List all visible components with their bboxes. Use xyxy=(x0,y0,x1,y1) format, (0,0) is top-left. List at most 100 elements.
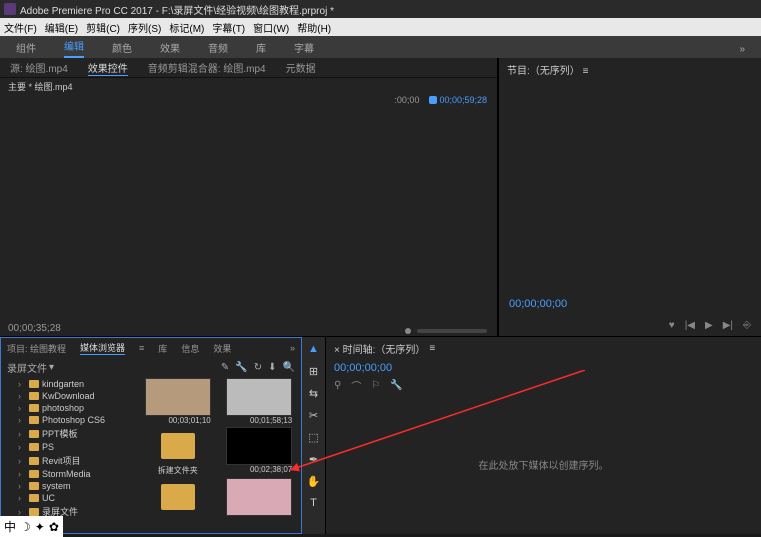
folder-thumb xyxy=(145,427,211,465)
chevron-right-icon: › xyxy=(18,507,26,517)
clip-label: 主要 * 绘图.mp4 xyxy=(0,78,497,95)
tree-item[interactable]: ›PS xyxy=(1,441,136,453)
project-panel: 项目: 绘图教程 媒体浏览器 ≡ 库 信息 效果 » 录屏文件 ▾ ✎ 🔧 ↻ … xyxy=(0,337,302,534)
link-btn[interactable]: ⌒ xyxy=(351,378,361,393)
hand-tool[interactable]: ✋ xyxy=(306,473,322,489)
project-tab-menu[interactable]: ≡ xyxy=(139,343,144,353)
tab-media-browser[interactable]: 媒体浏览器 xyxy=(80,341,125,355)
title-text: Adobe Premiere Pro CC 2017 - F:\录屏文件\经验视… xyxy=(20,2,334,17)
ruler-start: :00;00 xyxy=(394,95,419,105)
search-icon[interactable]: 🔍 xyxy=(283,362,295,373)
ws-tab-library[interactable]: 库 xyxy=(256,37,266,58)
timeline-body[interactable]: 在此处放下媒体以创建序列。 xyxy=(326,395,761,534)
thumb-item[interactable]: 经验视频 xyxy=(138,478,218,517)
tree-item[interactable]: ›StormMedia xyxy=(1,468,136,480)
tab-metadata[interactable]: 元数据 xyxy=(286,60,316,75)
tree-label: Revit项目 xyxy=(42,454,81,467)
refresh-icon[interactable]: ↻ xyxy=(254,362,262,373)
ws-tab-audio[interactable]: 音频 xyxy=(208,37,228,58)
play-btn[interactable]: ▶ xyxy=(705,320,713,331)
menu-help[interactable]: 帮助(H) xyxy=(297,20,331,35)
tab-audio-mixer[interactable]: 音频剪辑混合器: 绘图.mp4 xyxy=(148,60,266,75)
pen-tool[interactable]: ✒ xyxy=(306,451,322,467)
media-dropdown[interactable]: 录屏文件 ▾ xyxy=(7,360,54,375)
ruler-playhead[interactable]: 00;00;59;28 xyxy=(429,95,487,105)
video-thumb xyxy=(145,378,211,416)
thumb-item[interactable]: 00;01;32;14 xyxy=(220,478,300,517)
tree-label: PS xyxy=(42,442,54,452)
wrench-icon[interactable]: 🔧 xyxy=(235,362,247,373)
tree-item[interactable]: ›photoshop xyxy=(1,402,136,414)
tree-label: photoshop xyxy=(42,403,84,413)
program-menu-icon[interactable]: ≡ xyxy=(583,66,589,77)
tree-item[interactable]: ›PPT模板 xyxy=(1,426,136,441)
thumb-item[interactable]: 00;01;58;13 xyxy=(220,378,300,425)
folder-icon xyxy=(29,470,39,478)
tree-item[interactable]: ›system xyxy=(1,480,136,492)
tree-item[interactable]: ›kindgarten xyxy=(1,378,136,390)
timeline-menu[interactable]: ≡ xyxy=(429,343,435,354)
razor-tool[interactable]: ✂ xyxy=(306,407,322,423)
thumb-item[interactable]: 00;02;38;07 xyxy=(220,427,300,476)
tab-project[interactable]: 项目: 绘图教程 xyxy=(7,342,66,355)
marker-btn2[interactable]: ⚐ xyxy=(371,380,380,391)
export-frame-btn[interactable]: ⎆ xyxy=(743,320,751,331)
folder-thumb xyxy=(145,478,211,516)
tab-info[interactable]: 信息 xyxy=(181,342,199,355)
menu-caption[interactable]: 字幕(T) xyxy=(212,20,245,35)
tab-library[interactable]: 库 xyxy=(158,342,167,355)
program-time: 00;00;00;00 xyxy=(499,294,761,314)
tab-effect-controls[interactable]: 效果控件 xyxy=(88,60,128,76)
snap-btn[interactable]: ⚲ xyxy=(334,380,341,391)
ime-gear-icon[interactable]: ✿ xyxy=(49,520,59,534)
ws-tab-effects[interactable]: 效果 xyxy=(160,37,180,58)
type-tool[interactable]: T xyxy=(306,495,322,511)
ws-overflow[interactable]: » xyxy=(739,41,745,58)
step-back-btn[interactable]: |◀ xyxy=(685,320,695,331)
effect-controls-body: :00;00 00;00;59;28 00;00;35;28 xyxy=(0,95,497,336)
tab-source[interactable]: 源: 绘图.mp4 xyxy=(10,60,68,75)
source-scrollbar[interactable] xyxy=(417,329,487,333)
menu-marker[interactable]: 标记(M) xyxy=(169,20,204,35)
ime-lang[interactable]: 中 xyxy=(4,518,16,535)
ripple-tool[interactable]: ⇆ xyxy=(306,385,322,401)
ws-tab-captions[interactable]: 字幕 xyxy=(294,37,314,58)
source-panel: 源: 绘图.mp4 效果控件 音频剪辑混合器: 绘图.mp4 元数据 主要 * … xyxy=(0,58,498,336)
chevron-right-icon: › xyxy=(18,379,26,389)
track-select-tool[interactable]: ⊞ xyxy=(306,363,322,379)
ws-tab-editing[interactable]: 编辑 xyxy=(64,35,84,58)
selection-tool[interactable]: ▲ xyxy=(306,341,322,357)
folder-tree[interactable]: ›kindgarten›KwDownload›photoshop›Photosh… xyxy=(1,376,136,517)
folder-icon xyxy=(161,484,195,510)
ime-widget[interactable]: 中 ☽ ✦ ✿ xyxy=(0,516,63,537)
chevron-right-icon: › xyxy=(18,493,26,503)
ingest-icon[interactable]: ⬇ xyxy=(268,362,276,373)
marker-btn[interactable]: ♥ xyxy=(669,320,675,331)
menu-clip[interactable]: 剪辑(C) xyxy=(86,20,120,35)
slip-tool[interactable]: ⬚ xyxy=(306,429,322,445)
thumb-item[interactable]: 00;03;01;10 xyxy=(138,378,218,425)
menu-window[interactable]: 窗口(W) xyxy=(253,20,289,35)
menu-edit[interactable]: 编辑(E) xyxy=(45,20,78,35)
tree-item[interactable]: › Revit项目 xyxy=(1,453,136,468)
step-fwd-btn[interactable]: ▶| xyxy=(723,320,733,331)
settings-btn[interactable]: 🔧 xyxy=(390,380,402,391)
ws-tab-assembly[interactable]: 组件 xyxy=(16,37,36,58)
ws-tab-color[interactable]: 颜色 xyxy=(112,37,132,58)
tree-item[interactable]: ›UC xyxy=(1,492,136,504)
source-scroll-dot[interactable] xyxy=(405,328,411,334)
project-overflow[interactable]: » xyxy=(290,343,295,353)
source-ruler[interactable]: :00;00 00;00;59;28 xyxy=(394,95,487,105)
chevron-right-icon: › xyxy=(18,456,26,466)
tree-item[interactable]: ›KwDownload xyxy=(1,390,136,402)
thumb-item[interactable]: 拆建文件夹 xyxy=(138,427,218,476)
tree-item[interactable]: ›Photoshop CS6 xyxy=(1,414,136,426)
ime-star-icon[interactable]: ✦ xyxy=(35,520,45,534)
menu-sequence[interactable]: 序列(S) xyxy=(128,20,161,35)
tab-effects2[interactable]: 效果 xyxy=(213,342,231,355)
ime-moon-icon[interactable]: ☽ xyxy=(20,520,31,534)
filter-icon[interactable]: ✎ xyxy=(221,362,229,373)
menu-file[interactable]: 文件(F) xyxy=(4,20,37,35)
folder-icon xyxy=(29,482,39,490)
menubar: 文件(F) 编辑(E) 剪辑(C) 序列(S) 标记(M) 字幕(T) 窗口(W… xyxy=(0,18,761,36)
